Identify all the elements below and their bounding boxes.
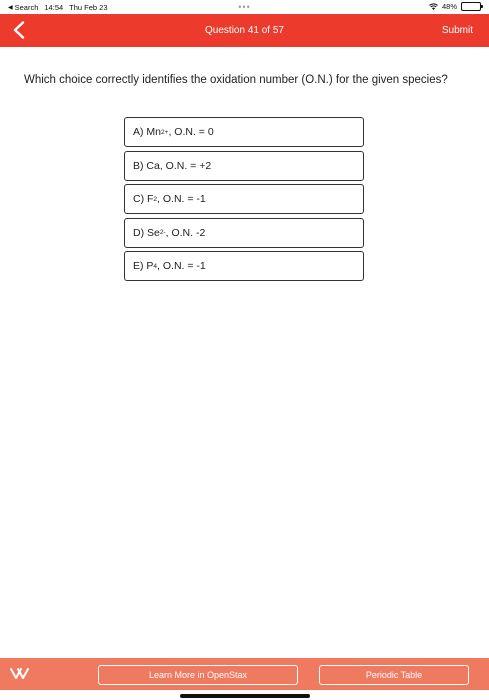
answer-option-d[interactable]: D) Se 2-, O.N. -2 <box>124 217 364 248</box>
status-bar: ◀ Search 14:54 Thu Feb 23 ••• 48% <box>0 0 489 14</box>
back-to-app-icon[interactable]: ◀ <box>8 4 13 11</box>
header-bar: Question 41 of 57 Submit <box>0 14 489 47</box>
answer-text: A) Mn <box>133 126 162 138</box>
answer-option-b[interactable]: B) Ca, O.N. = +2 <box>124 150 364 181</box>
answer-text: , O.N. = 0 <box>168 126 214 138</box>
status-date: Thu Feb 23 <box>69 3 108 12</box>
wifi-icon <box>429 2 438 10</box>
answer-text: , O.N. = -1 <box>157 193 206 205</box>
double-chevron-icon[interactable] <box>9 666 31 682</box>
answer-text: , O.N. = -1 <box>157 260 206 272</box>
back-button[interactable] <box>6 17 32 43</box>
answer-option-e[interactable]: E) P4, O.N. = -1 <box>124 251 364 281</box>
home-indicator[interactable] <box>180 694 310 698</box>
answer-option-a[interactable]: A) Mn 2+, O.N. = 0 <box>124 117 364 147</box>
answer-text: E) P <box>133 260 154 272</box>
learn-more-openstax-button[interactable]: Learn More in OpenStax <box>98 665 298 685</box>
answer-text: B) Ca, O.N. = +2 <box>133 159 212 172</box>
question-counter: Question 41 of 57 <box>205 25 284 36</box>
answer-superscript: 2+ <box>161 128 169 136</box>
bottom-toolbar: Learn More in OpenStax Periodic Table <box>0 658 489 690</box>
answer-option-c[interactable]: C) F2, O.N. = -1 <box>124 184 364 214</box>
answer-list: A) Mn 2+, O.N. = 0 B) Ca, O.N. = +2 C) F2… <box>124 117 364 285</box>
question-prompt: Which choice correctly identifies the ox… <box>24 74 448 86</box>
chevron-left-icon <box>13 21 25 39</box>
status-right: 48% <box>429 2 483 11</box>
submit-button[interactable]: Submit <box>442 25 473 36</box>
battery-percent: 48% <box>441 2 457 11</box>
status-left: ◀ Search 14:54 Thu Feb 23 <box>8 3 108 12</box>
back-app-label[interactable]: Search <box>15 3 39 12</box>
periodic-table-button[interactable]: Periodic Table <box>319 665 469 685</box>
answer-text: C) F <box>133 193 154 205</box>
multitasking-dots-icon[interactable]: ••• <box>238 3 250 12</box>
status-time: 14:54 <box>44 3 64 12</box>
answer-text: , O.N. -2 <box>165 226 206 239</box>
answer-text: D) Se <box>133 226 160 239</box>
app-screen: ◀ Search 14:54 Thu Feb 23 ••• 48% Questi… <box>0 0 489 700</box>
battery-icon <box>461 2 483 11</box>
